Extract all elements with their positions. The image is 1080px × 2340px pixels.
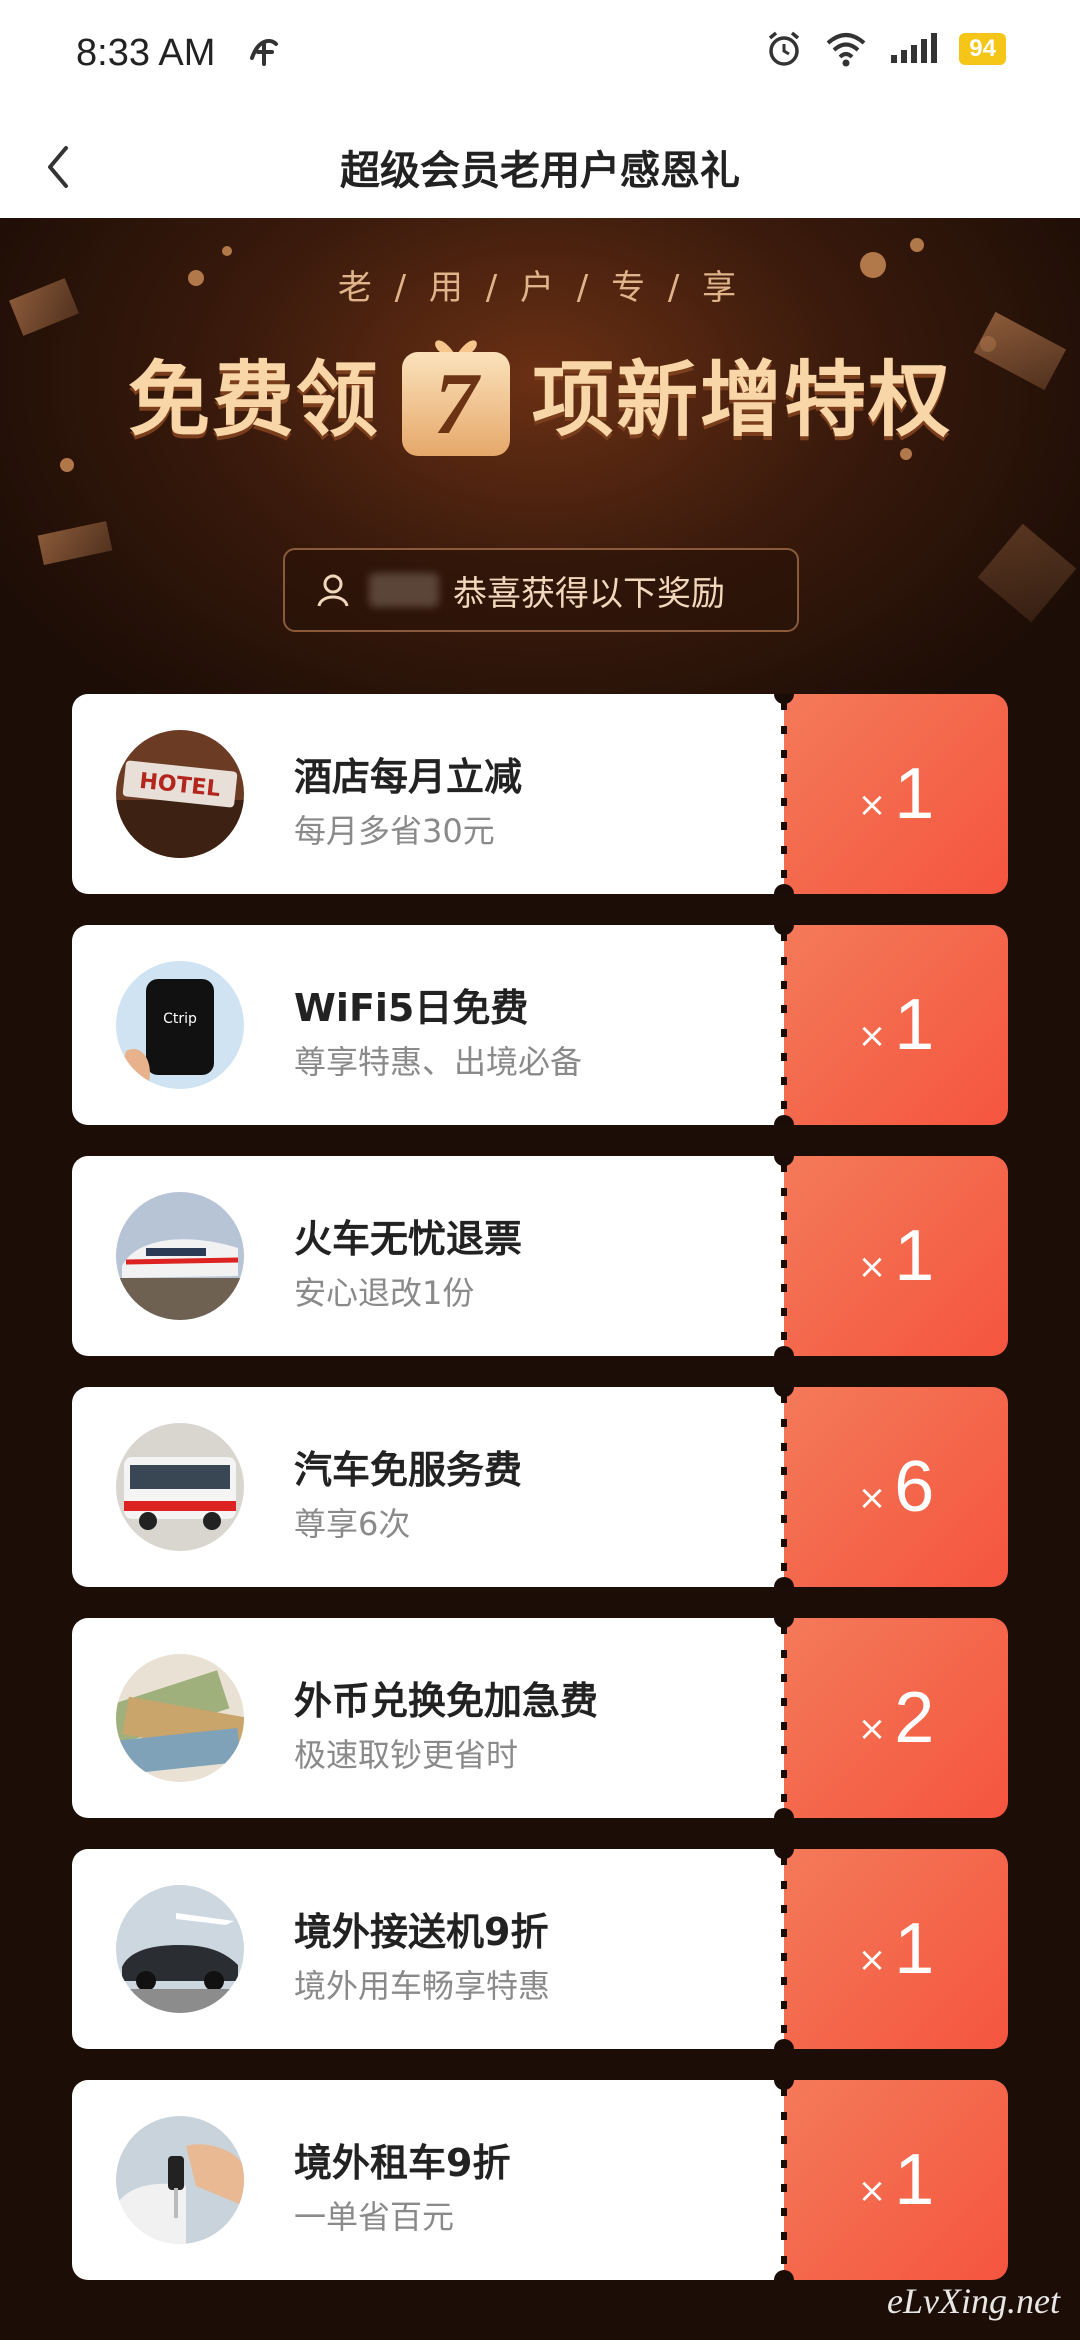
ticket-perforation bbox=[774, 1387, 794, 1587]
reward-quantity: × 1 bbox=[784, 1156, 1008, 1356]
signal-icon bbox=[889, 33, 938, 65]
reward-title: 酒店每月立减 bbox=[294, 755, 523, 799]
ticket-perforation bbox=[774, 694, 794, 894]
quantity-multiplier: × bbox=[857, 1709, 887, 1749]
quantity-value: 1 bbox=[894, 1909, 935, 1989]
reward-title: WiFi5日免费 bbox=[294, 986, 529, 1030]
reward-title: 境外租车9折 bbox=[294, 2141, 511, 2185]
app-notification-icon bbox=[244, 30, 284, 79]
reward-title: 外币兑换免加急费 bbox=[294, 1679, 599, 1723]
wifi-icon bbox=[825, 31, 867, 67]
reward-title: 火车无忧退票 bbox=[294, 1217, 523, 1261]
reward-info: HOTEL 酒店每月立减 每月多省30元 bbox=[72, 694, 784, 894]
quantity-multiplier: × bbox=[857, 2171, 887, 2211]
quantity-multiplier: × bbox=[857, 785, 887, 825]
quantity-value: 1 bbox=[894, 2140, 935, 2220]
wifi-device-icon: Ctrip bbox=[116, 961, 244, 1089]
reward-info: 境外租车9折 一单省百元 bbox=[72, 2080, 784, 2280]
confetti-ribbon bbox=[977, 523, 1077, 623]
train-icon bbox=[116, 1192, 244, 1320]
reward-card[interactable]: Ctrip WiFi5日免费 尊享特惠、出境必备 × 1 bbox=[72, 925, 1008, 1125]
hero-heading: 免费领 7 项新增特权 bbox=[0, 328, 1080, 456]
quantity-multiplier: × bbox=[857, 1016, 887, 1056]
quantity-value: 1 bbox=[894, 985, 935, 1065]
reward-description: 每月多省30元 bbox=[294, 812, 495, 850]
ticket-perforation bbox=[774, 925, 794, 1125]
gift-box-icon: 7 bbox=[396, 328, 516, 456]
reward-description: 尊享特惠、出境必备 bbox=[294, 1043, 583, 1081]
hero-section: 老 / 用 / 户 / 专 / 享 免费领 7 项新增特权 恭喜获得以下奖励 H… bbox=[0, 218, 1080, 2340]
reward-title: 境外接送机9折 bbox=[294, 1910, 549, 1954]
reward-info: 汽车免服务费 尊享6次 bbox=[72, 1387, 784, 1587]
status-right: 94 bbox=[765, 30, 1006, 68]
nav-bar: 超级会员老用户感恩礼 bbox=[0, 110, 1080, 218]
reward-info: Ctrip WiFi5日免费 尊享特惠、出境必备 bbox=[72, 925, 784, 1125]
reward-list: HOTEL 酒店每月立减 每月多省30元 × 1 Ctrip WiFi5日免费 … bbox=[72, 694, 1008, 2311]
reward-card[interactable]: 火车无忧退票 安心退改1份 × 1 bbox=[72, 1156, 1008, 1356]
car-airport-icon bbox=[116, 1885, 244, 2013]
status-time: 8:33 AM bbox=[76, 32, 216, 74]
reward-card[interactable]: 汽车免服务费 尊享6次 × 6 bbox=[72, 1387, 1008, 1587]
reward-card[interactable]: 外币兑换免加急费 极速取钞更省时 × 2 bbox=[72, 1618, 1008, 1818]
reward-card[interactable]: 境外租车9折 一单省百元 × 1 bbox=[72, 2080, 1008, 2280]
reward-description: 尊享6次 bbox=[294, 1505, 411, 1543]
bus-icon bbox=[116, 1423, 244, 1551]
ticket-perforation bbox=[774, 1156, 794, 1356]
reward-info: 境外接送机9折 境外用车畅享特惠 bbox=[72, 1849, 784, 2049]
reward-description: 一单省百元 bbox=[294, 2198, 455, 2236]
user-banner: 恭喜获得以下奖励 bbox=[283, 548, 799, 632]
battery-indicator: 94 bbox=[959, 33, 1006, 65]
hero-heading-left: 免费领 bbox=[127, 352, 380, 448]
ticket-perforation bbox=[774, 1618, 794, 1818]
hero-subtitle: 老 / 用 / 户 / 专 / 享 bbox=[337, 268, 743, 308]
currency-icon bbox=[116, 1654, 244, 1782]
quantity-value: 1 bbox=[894, 754, 935, 834]
user-icon bbox=[317, 574, 349, 607]
quantity-value: 6 bbox=[894, 1447, 935, 1527]
reward-description: 境外用车畅享特惠 bbox=[294, 1967, 551, 2005]
quantity-multiplier: × bbox=[857, 1247, 887, 1287]
hotel-sign-icon: HOTEL bbox=[116, 730, 244, 858]
confetti-dot bbox=[910, 238, 924, 252]
reward-quantity: × 2 bbox=[784, 1618, 1008, 1818]
svg-text:Ctrip: Ctrip bbox=[163, 1011, 197, 1027]
quantity-multiplier: × bbox=[857, 1940, 887, 1980]
user-name-blurred bbox=[369, 573, 439, 607]
confetti-dot bbox=[60, 458, 74, 472]
reward-description: 极速取钞更省时 bbox=[294, 1736, 519, 1774]
reward-quantity: × 6 bbox=[784, 1387, 1008, 1587]
reward-info: 外币兑换免加急费 极速取钞更省时 bbox=[72, 1618, 784, 1818]
reward-description: 安心退改1份 bbox=[294, 1274, 475, 1312]
hero-heading-number: 7 bbox=[434, 355, 478, 453]
alarm-icon bbox=[765, 30, 803, 68]
hero-heading-right: 项新增特权 bbox=[532, 352, 953, 448]
reward-quantity: × 1 bbox=[784, 2080, 1008, 2280]
reward-title: 汽车免服务费 bbox=[294, 1448, 523, 1492]
reward-quantity: × 1 bbox=[784, 1849, 1008, 2049]
page-title: 超级会员老用户感恩礼 bbox=[340, 148, 740, 194]
car-key-icon bbox=[116, 2116, 244, 2244]
reward-card[interactable]: 境外接送机9折 境外用车畅享特惠 × 1 bbox=[72, 1849, 1008, 2049]
ticket-perforation bbox=[774, 2080, 794, 2280]
reward-info: 火车无忧退票 安心退改1份 bbox=[72, 1156, 784, 1356]
ticket-perforation bbox=[774, 1849, 794, 2049]
user-banner-text: 恭喜获得以下奖励 bbox=[453, 573, 725, 614]
status-bar: 8:33 AM 94 bbox=[0, 0, 1080, 110]
watermark: eLvXing.net bbox=[887, 2281, 1060, 2321]
reward-card[interactable]: HOTEL 酒店每月立减 每月多省30元 × 1 bbox=[72, 694, 1008, 894]
confetti-ribbon bbox=[37, 521, 113, 565]
quantity-value: 1 bbox=[894, 1216, 935, 1296]
quantity-multiplier: × bbox=[857, 1478, 887, 1518]
reward-quantity: × 1 bbox=[784, 925, 1008, 1125]
quantity-value: 2 bbox=[894, 1678, 935, 1758]
reward-quantity: × 1 bbox=[784, 694, 1008, 894]
confetti-dot bbox=[222, 246, 232, 256]
